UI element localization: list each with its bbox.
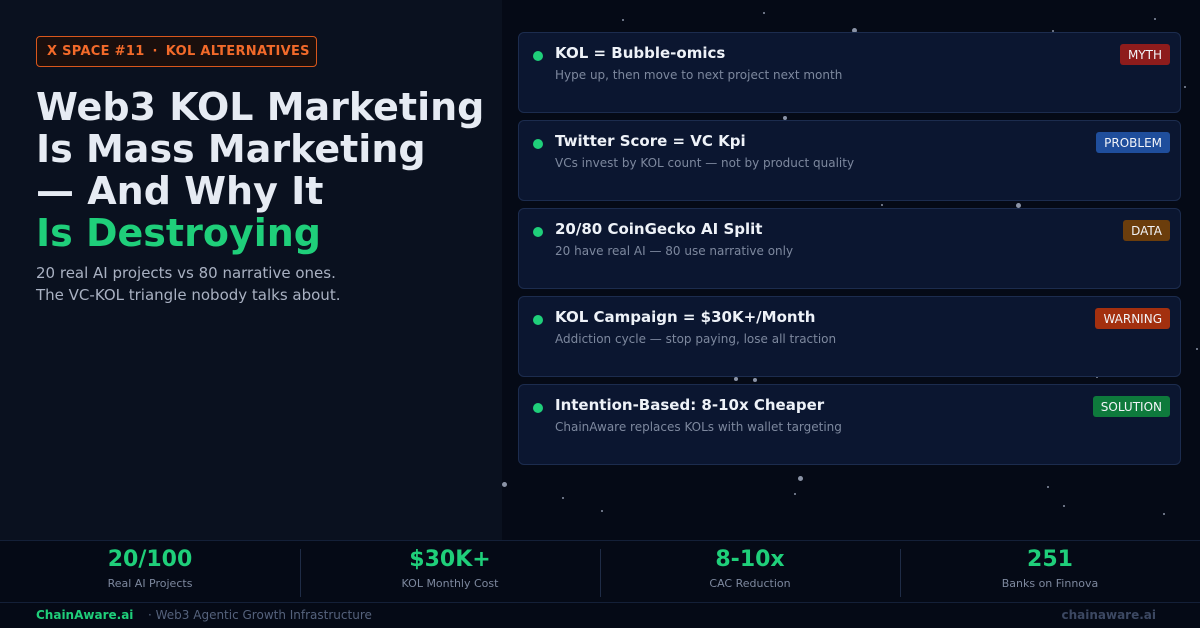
card-title: Twitter Score = VC Kpi <box>555 132 746 150</box>
stat-value: 8-10x <box>715 547 785 572</box>
star <box>1047 486 1049 488</box>
star <box>1184 86 1186 88</box>
card-warning: KOL Campaign = $30K+/Month Addiction cyc… <box>518 296 1181 377</box>
star <box>753 378 757 382</box>
card-data: 20/80 CoinGecko AI Split 20 have real AI… <box>518 208 1181 289</box>
card-title: KOL = Bubble-omics <box>555 44 726 62</box>
stat-label: KOL Monthly Cost <box>401 577 499 590</box>
event-tag-separator: · <box>152 44 158 59</box>
status-dot-icon <box>533 227 543 237</box>
card-description: VCs invest by KOL count — not by product… <box>555 156 855 170</box>
card-title: KOL Campaign = $30K+/Month <box>555 308 816 326</box>
card-title: Intention-Based: 8-10x Cheaper <box>555 396 825 414</box>
card-description: 20 have real AI — 80 use narrative only <box>555 244 794 258</box>
headline-line-4: Is Destroying <box>36 211 321 255</box>
status-dot-icon <box>533 403 543 413</box>
stat-banks-on-finnova: 251 Banks on Finnova <box>900 541 1200 603</box>
star <box>1154 18 1156 20</box>
stat-label: CAC Reduction <box>709 577 791 590</box>
star <box>622 19 624 21</box>
star <box>734 377 738 381</box>
event-tag-right: KOL ALTERNATIVES <box>165 44 310 59</box>
star <box>798 476 803 481</box>
status-dot-icon <box>533 315 543 325</box>
card-badge: PROBLEM <box>1096 132 1170 153</box>
star <box>1063 505 1065 507</box>
headline: Web3 KOL Marketing Is Mass Marketing — A… <box>36 86 496 254</box>
card-problem: Twitter Score = VC Kpi VCs invest by KOL… <box>518 120 1181 201</box>
card-myth: KOL = Bubble-omics Hype up, then move to… <box>518 32 1181 113</box>
stats-bar: 20/100 Real AI Projects $30K+ KOL Monthl… <box>0 540 1200 602</box>
stat-label: Real AI Projects <box>107 577 193 590</box>
card-badge: DATA <box>1123 220 1170 241</box>
star <box>502 482 507 487</box>
card-solution: Intention-Based: 8-10x Cheaper ChainAwar… <box>518 384 1181 465</box>
status-dot-icon <box>533 139 543 149</box>
card-description: Addiction cycle — stop paying, lose all … <box>555 332 837 346</box>
card-badge: SOLUTION <box>1092 396 1170 417</box>
star <box>1163 513 1165 515</box>
subtext: 20 real AI projects vs 80 narrative ones… <box>36 262 476 306</box>
stat-label: Banks on Finnova <box>1001 577 1099 590</box>
card-badge: MYTH <box>1119 44 1170 65</box>
star <box>763 12 765 14</box>
star <box>794 493 796 495</box>
stat-cac-reduction: 8-10x CAC Reduction <box>600 541 900 603</box>
event-tag-left: X SPACE #11 <box>47 44 145 59</box>
status-dot-icon <box>533 51 543 61</box>
card-description: Hype up, then move to next project next … <box>555 68 843 82</box>
event-tag: X SPACE #11 · KOL ALTERNATIVES <box>36 36 317 67</box>
star <box>601 510 603 512</box>
card-badge: WARNING <box>1095 308 1170 329</box>
footer-brand: ChainAware.ai <box>36 608 134 622</box>
headline-line-1: Web3 KOL Marketing <box>36 85 485 129</box>
star <box>881 204 883 206</box>
card-description: ChainAware replaces KOLs with wallet tar… <box>555 420 842 434</box>
star <box>1196 348 1198 350</box>
stat-real-ai-projects: 20/100 Real AI Projects <box>0 541 300 603</box>
headline-line-3: — And Why It <box>36 169 324 213</box>
card-title: 20/80 CoinGecko AI Split <box>555 220 763 238</box>
headline-line-2: Is Mass Marketing <box>36 127 426 171</box>
subtext-line-2: The VC-KOL triangle nobody talks about. <box>36 286 341 304</box>
stat-value: $30K+ <box>409 547 491 572</box>
subtext-line-1: 20 real AI projects vs 80 narrative ones… <box>36 264 336 282</box>
stat-kol-monthly-cost: $30K+ KOL Monthly Cost <box>300 541 600 603</box>
stat-value: 20/100 <box>107 547 193 572</box>
footer-tagline: · Web3 Agentic Growth Infrastructure <box>148 608 372 622</box>
footer-domain: chainaware.ai <box>1061 608 1156 622</box>
star <box>562 497 564 499</box>
footer: ChainAware.ai · Web3 Agentic Growth Infr… <box>0 602 1200 628</box>
stat-value: 251 <box>1027 547 1073 572</box>
